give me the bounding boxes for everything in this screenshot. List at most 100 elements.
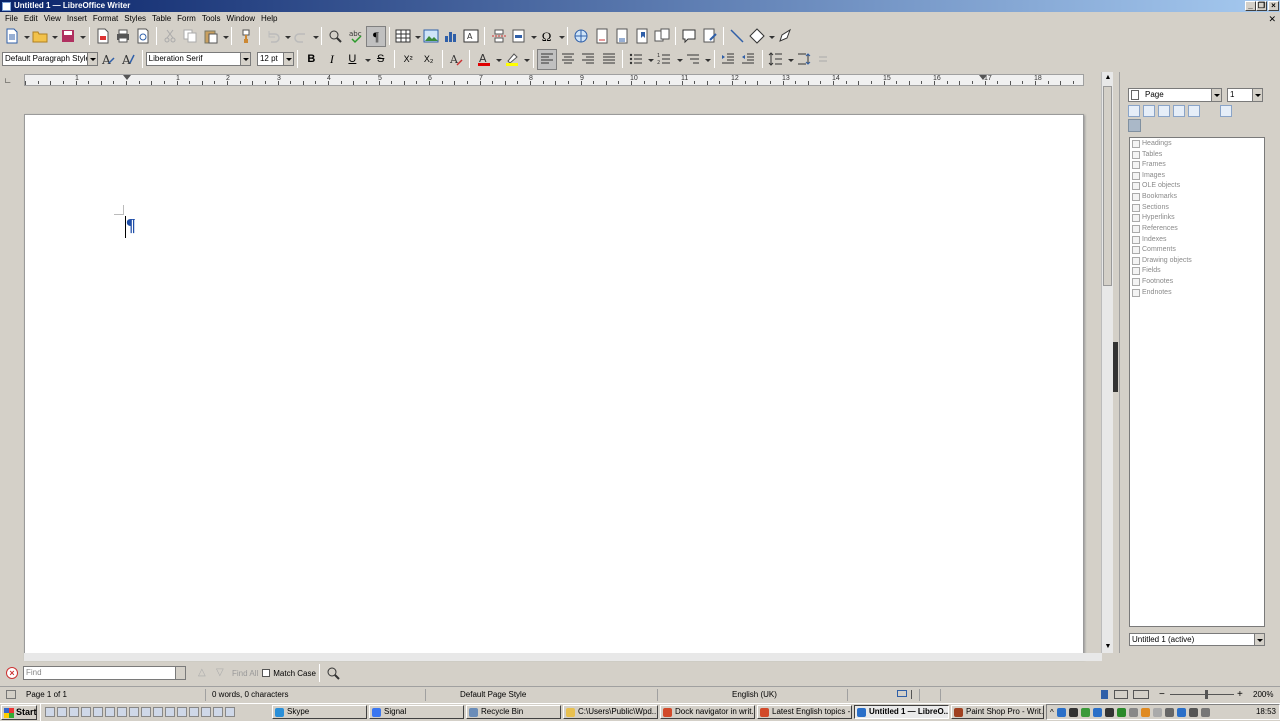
subscript-button[interactable]: X₂ <box>418 49 438 70</box>
zoom-in-button[interactable]: + <box>1237 690 1243 700</box>
export-pdf-icon[interactable] <box>93 26 113 47</box>
open-dropdown-icon[interactable] <box>50 26 58 47</box>
quicklaunch-icon[interactable] <box>69 707 79 717</box>
cut-icon[interactable] <box>160 26 180 47</box>
quicklaunch-icon[interactable] <box>177 707 187 717</box>
table-dropdown-icon[interactable] <box>413 26 421 47</box>
menu-format[interactable]: Format <box>90 12 121 26</box>
chevron-down-icon[interactable] <box>86 53 97 65</box>
nav-item[interactable]: Headings <box>1132 139 1172 149</box>
footer-icon[interactable] <box>1158 105 1170 117</box>
field-dropdown-icon[interactable] <box>529 26 537 47</box>
tray-icon[interactable] <box>1104 707 1114 717</box>
increase-indent-icon[interactable] <box>718 49 738 70</box>
nav-item[interactable]: Fields <box>1132 266 1161 276</box>
quicklaunch-icon[interactable] <box>93 707 103 717</box>
nav-item[interactable]: Sections <box>1132 203 1169 213</box>
track-changes-icon[interactable] <box>700 26 720 47</box>
redo-icon[interactable] <box>291 26 311 47</box>
undo-icon[interactable] <box>263 26 283 47</box>
font-color-dropdown-icon[interactable] <box>494 49 502 70</box>
copy-icon[interactable] <box>180 26 200 47</box>
decrease-indent-icon[interactable] <box>738 49 758 70</box>
new-style-icon[interactable]: A <box>118 49 138 70</box>
scroll-down-icon[interactable]: ▼ <box>1103 642 1113 652</box>
sidebar-collapse-handle[interactable] <box>1113 342 1118 392</box>
heading-levels-icon[interactable] <box>1220 105 1232 117</box>
multi-page-view-icon[interactable] <box>1114 690 1128 699</box>
quicklaunch-icon[interactable] <box>201 707 211 717</box>
paste-dropdown-icon[interactable] <box>221 26 229 47</box>
bullet-dropdown-icon[interactable] <box>646 49 655 70</box>
start-button[interactable]: Start <box>1 704 37 720</box>
nav-item[interactable]: Frames <box>1132 160 1166 170</box>
content-view-toggle[interactable] <box>1128 119 1141 132</box>
quicklaunch-icon[interactable] <box>189 707 199 717</box>
menu-edit[interactable]: Edit <box>21 12 41 26</box>
chevron-down-icon[interactable] <box>283 53 294 65</box>
align-center-icon[interactable] <box>557 49 577 70</box>
tray-icon[interactable] <box>1188 707 1198 717</box>
insert-field-icon[interactable] <box>509 26 529 47</box>
font-name-combo[interactable]: Liberation Serif <box>145 52 252 66</box>
outline-dropdown-icon[interactable] <box>703 49 711 70</box>
print-preview-icon[interactable] <box>133 26 153 47</box>
line-spacing-dropdown-icon[interactable] <box>786 49 794 70</box>
cross-reference-icon[interactable] <box>652 26 672 47</box>
nav-item[interactable]: Images <box>1132 171 1165 181</box>
chevron-down-icon[interactable] <box>240 53 251 65</box>
menu-file[interactable]: File <box>2 12 21 26</box>
underline-dropdown-icon[interactable] <box>363 49 371 70</box>
nav-item[interactable]: Drawing objects <box>1132 256 1192 266</box>
insert-textbox-icon[interactable]: A <box>461 26 481 47</box>
tab-stop-selector-icon[interactable]: ∟ <box>4 76 12 85</box>
selection-mode-icon[interactable] <box>911 690 912 699</box>
task-firefox-english-topics[interactable]: Latest English topics -... <box>757 705 852 719</box>
tray-icon[interactable] <box>1200 707 1210 717</box>
task-recycle-bin[interactable]: Recycle Bin <box>466 705 561 719</box>
horizontal-ruler[interactable]: 1 1 2 3 4 5 6 7 8 9 10 11 12 13 14 15 16 17 18 <box>24 74 1084 86</box>
redo-dropdown-icon[interactable] <box>311 26 319 47</box>
open-folder-icon[interactable] <box>30 26 50 47</box>
hyperlink-icon[interactable] <box>571 26 591 47</box>
zoom-slider[interactable] <box>1170 694 1234 695</box>
zoom-level[interactable]: 200% <box>1253 690 1273 700</box>
find-next-icon[interactable]: ▽ <box>216 667 228 679</box>
quicklaunch-icon[interactable] <box>153 707 163 717</box>
tray-icon[interactable] <box>1164 707 1174 717</box>
increase-paragraph-spacing-icon[interactable] <box>794 49 814 70</box>
bookmark-icon[interactable] <box>632 26 652 47</box>
chevron-down-icon[interactable] <box>175 667 185 679</box>
page-number-spin[interactable]: 1 <box>1227 88 1263 102</box>
navigate-by-combo[interactable]: Page <box>1128 88 1222 102</box>
new-dropdown-icon[interactable] <box>22 26 30 47</box>
task-skype[interactable]: Skype <box>272 705 367 719</box>
menu-insert[interactable]: Insert <box>64 12 90 26</box>
quicklaunch-icon[interactable] <box>225 707 235 717</box>
numbered-dropdown-icon[interactable] <box>675 49 683 70</box>
menu-view[interactable]: View <box>41 12 64 26</box>
special-char-dropdown-icon[interactable] <box>557 26 565 47</box>
quicklaunch-icon[interactable] <box>105 707 115 717</box>
page-count[interactable]: Page 1 of 1 <box>26 690 67 700</box>
paste-icon[interactable] <box>201 26 221 47</box>
close-find-bar-icon[interactable]: × <box>6 667 18 679</box>
book-view-icon[interactable] <box>1133 690 1149 699</box>
menu-form[interactable]: Form <box>174 12 199 26</box>
page-break-icon[interactable] <box>488 26 508 47</box>
clone-formatting-icon[interactable] <box>235 26 255 47</box>
nav-item[interactable]: Bookmarks <box>1132 192 1177 202</box>
align-right-icon[interactable] <box>578 49 598 70</box>
restore-button[interactable]: ❐ <box>1256 1 1267 11</box>
spin-arrows-icon[interactable] <box>1252 89 1262 101</box>
update-style-icon[interactable]: A <box>98 49 118 70</box>
find-replace-icon[interactable] <box>323 663 344 684</box>
spelling-icon[interactable]: abc <box>346 26 366 47</box>
menu-tools[interactable]: Tools <box>199 12 224 26</box>
single-page-view-icon[interactable] <box>1101 690 1108 699</box>
highlight-dropdown-icon[interactable] <box>522 49 530 70</box>
task-firefox-dock-navigator[interactable]: Dock navigator in writ... <box>660 705 755 719</box>
tray-icon[interactable] <box>1140 707 1150 717</box>
save-dropdown-icon[interactable] <box>78 26 86 47</box>
special-character-icon[interactable]: Ω <box>537 26 557 47</box>
